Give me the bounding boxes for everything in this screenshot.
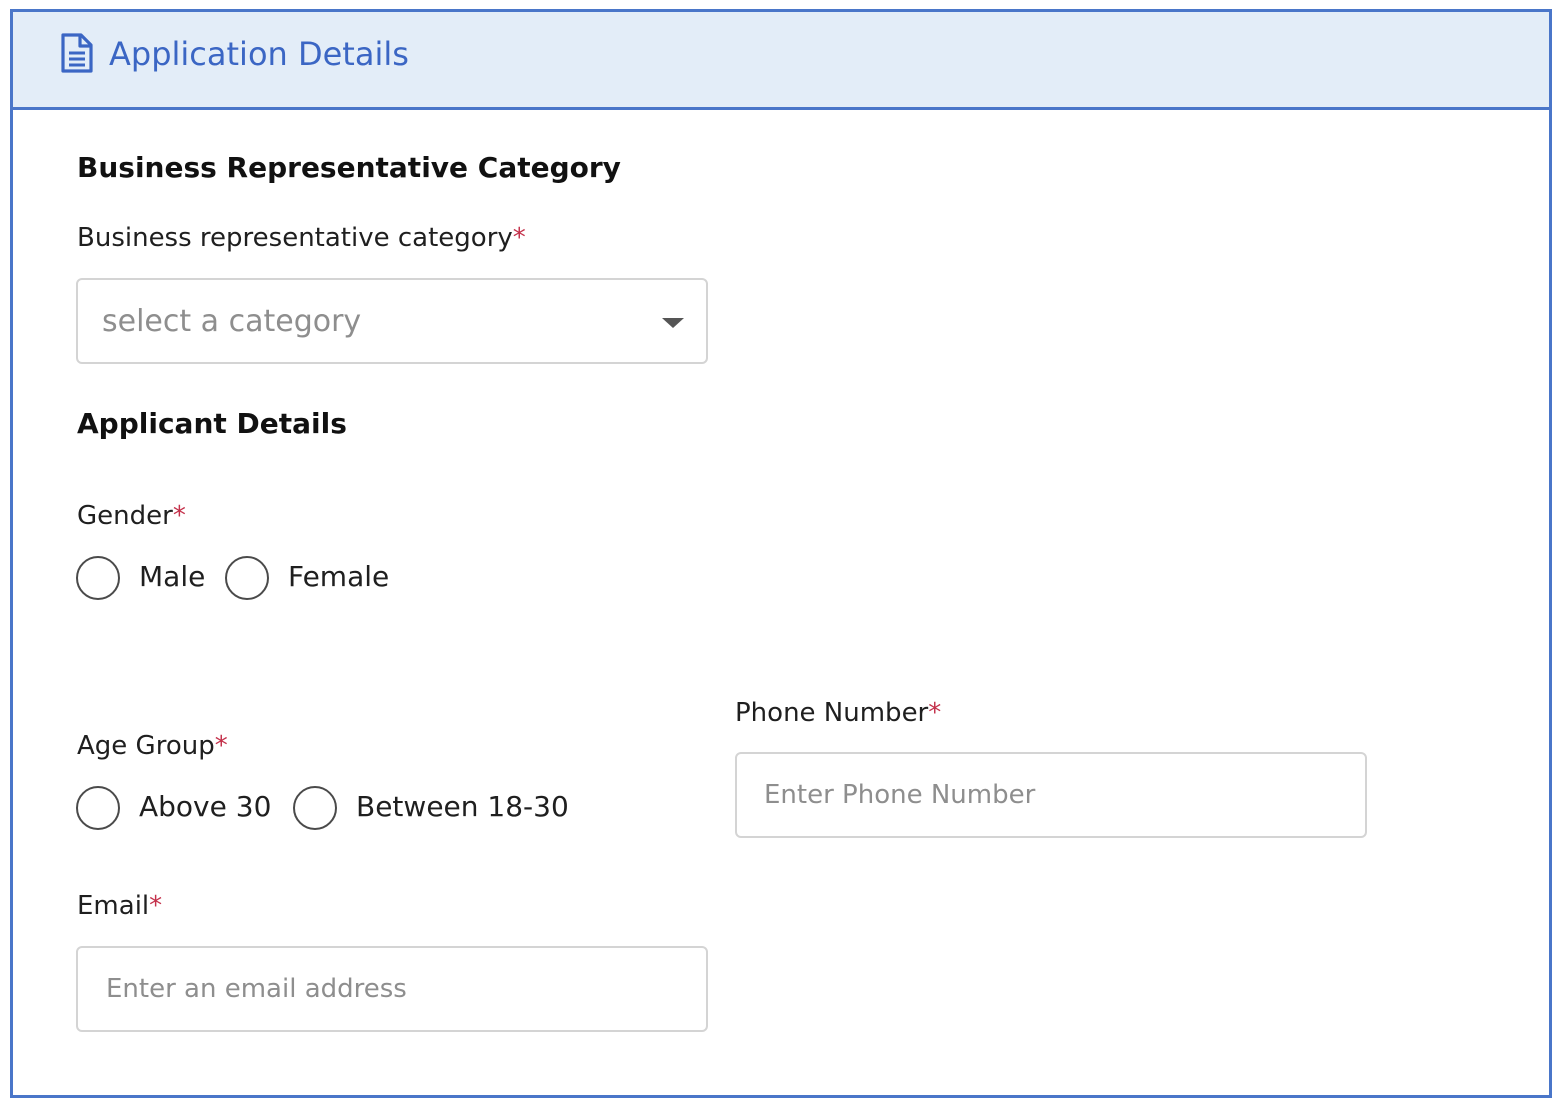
business-category-select[interactable]: select a category — [76, 278, 708, 364]
business-category-label-text: Business representative category — [77, 223, 513, 253]
email-input[interactable] — [78, 948, 706, 1030]
application-details-panel: Application Details Business Representat… — [10, 9, 1552, 1098]
required-mark: * — [149, 891, 163, 921]
phone-number-field[interactable] — [735, 752, 1367, 838]
panel-header: Application Details — [13, 12, 1549, 110]
age-above-30-radio[interactable] — [76, 786, 120, 830]
age-above-30-label[interactable]: Above 30 — [139, 789, 271, 825]
age-18-30-label[interactable]: Between 18-30 — [356, 789, 569, 825]
email-label-text: Email — [77, 891, 150, 921]
age-group-label: Age Group* — [77, 729, 228, 763]
email-field[interactable] — [76, 946, 708, 1032]
gender-female-label[interactable]: Female — [288, 559, 389, 595]
phone-number-label: Phone Number* — [735, 696, 941, 730]
age-18-30-radio[interactable] — [293, 786, 337, 830]
business-category-heading: Business Representative Category — [77, 151, 621, 184]
required-mark: * — [172, 501, 186, 531]
panel-title: Application Details — [109, 35, 409, 73]
document-icon — [61, 33, 93, 73]
required-mark: * — [512, 223, 526, 253]
gender-male-radio[interactable] — [76, 556, 120, 600]
business-category-label: Business representative category* — [77, 221, 526, 255]
phone-number-label-text: Phone Number — [735, 698, 929, 728]
phone-number-input[interactable] — [737, 754, 1365, 836]
gender-female-radio[interactable] — [225, 556, 269, 600]
gender-label-text: Gender — [77, 501, 173, 531]
required-mark: * — [928, 698, 942, 728]
required-mark: * — [214, 731, 228, 761]
business-category-placeholder: select a category — [102, 304, 362, 339]
gender-label: Gender* — [77, 499, 186, 533]
chevron-down-icon[interactable] — [662, 318, 684, 328]
applicant-details-heading: Applicant Details — [77, 407, 347, 440]
gender-male-label[interactable]: Male — [139, 559, 205, 595]
age-group-label-text: Age Group — [77, 731, 215, 761]
email-label: Email* — [77, 889, 162, 923]
